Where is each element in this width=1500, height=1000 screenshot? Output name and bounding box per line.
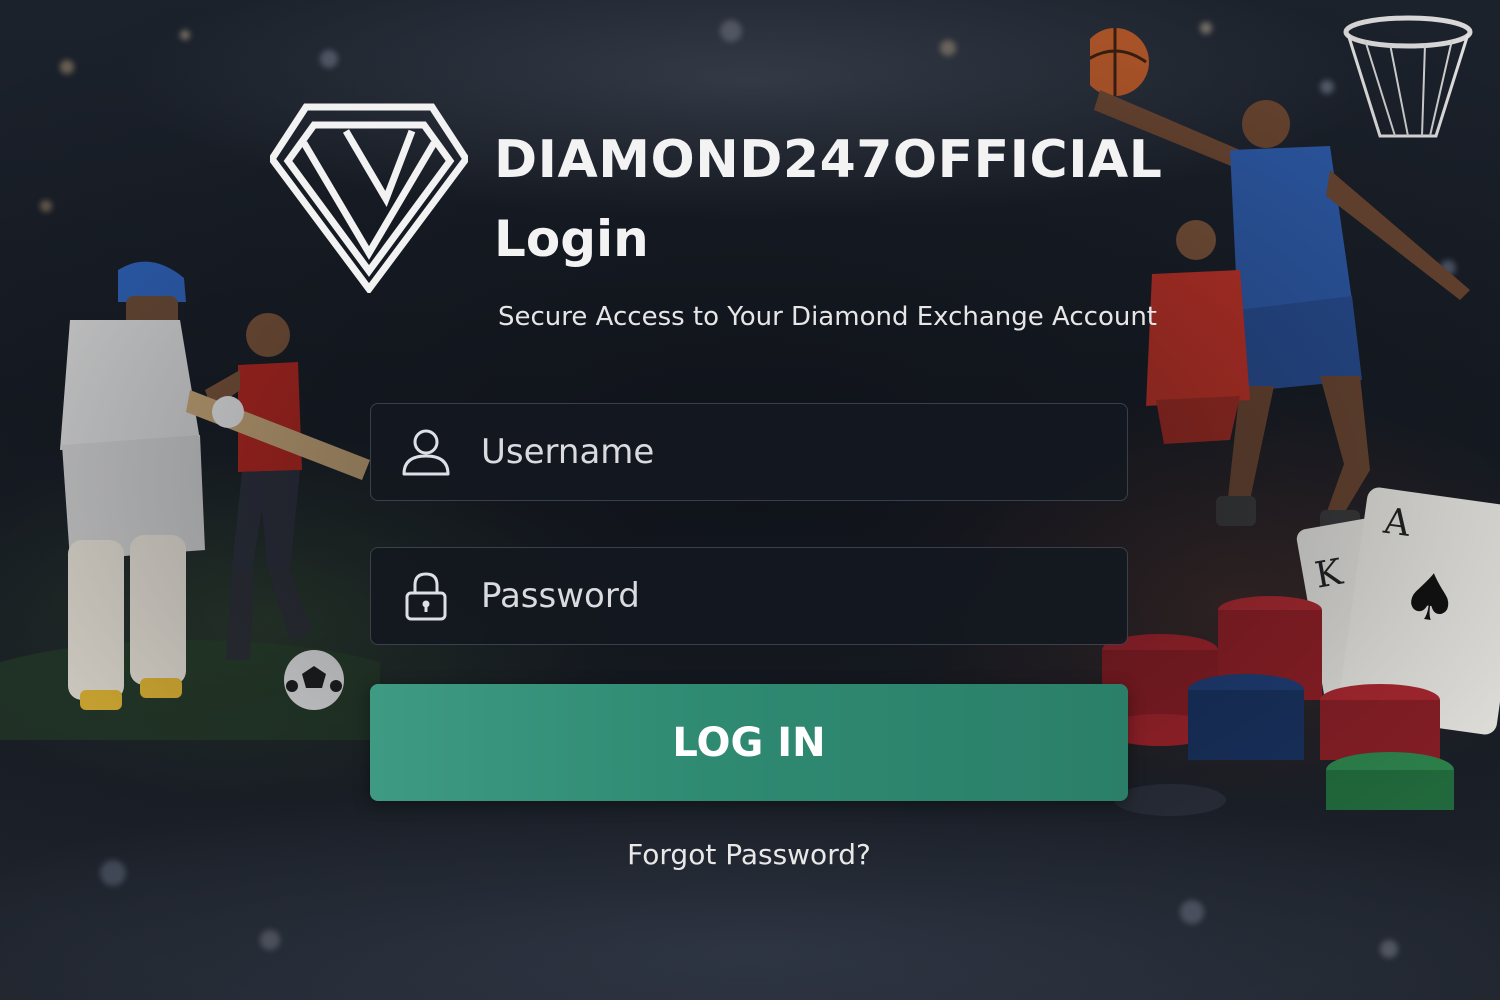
lock-icon bbox=[405, 572, 447, 621]
diamond-logo-icon bbox=[270, 103, 468, 293]
password-input[interactable] bbox=[481, 548, 1127, 644]
username-input[interactable] bbox=[481, 404, 1127, 500]
username-field[interactable] bbox=[370, 403, 1128, 501]
password-field[interactable] bbox=[370, 547, 1128, 645]
forgot-password-link[interactable]: Forgot Password? bbox=[370, 838, 1128, 871]
login-button[interactable]: LOG IN bbox=[370, 684, 1128, 801]
brand-name: DIAMOND247OFFICIAL bbox=[494, 130, 1163, 190]
login-page: K A ♠ DIAMOND247OFFICIAL Login Se bbox=[0, 0, 1500, 1000]
page-title: Login bbox=[494, 210, 649, 268]
page-subtitle: Secure Access to Your Diamond Exchange A… bbox=[498, 302, 1158, 332]
user-icon bbox=[402, 429, 450, 476]
